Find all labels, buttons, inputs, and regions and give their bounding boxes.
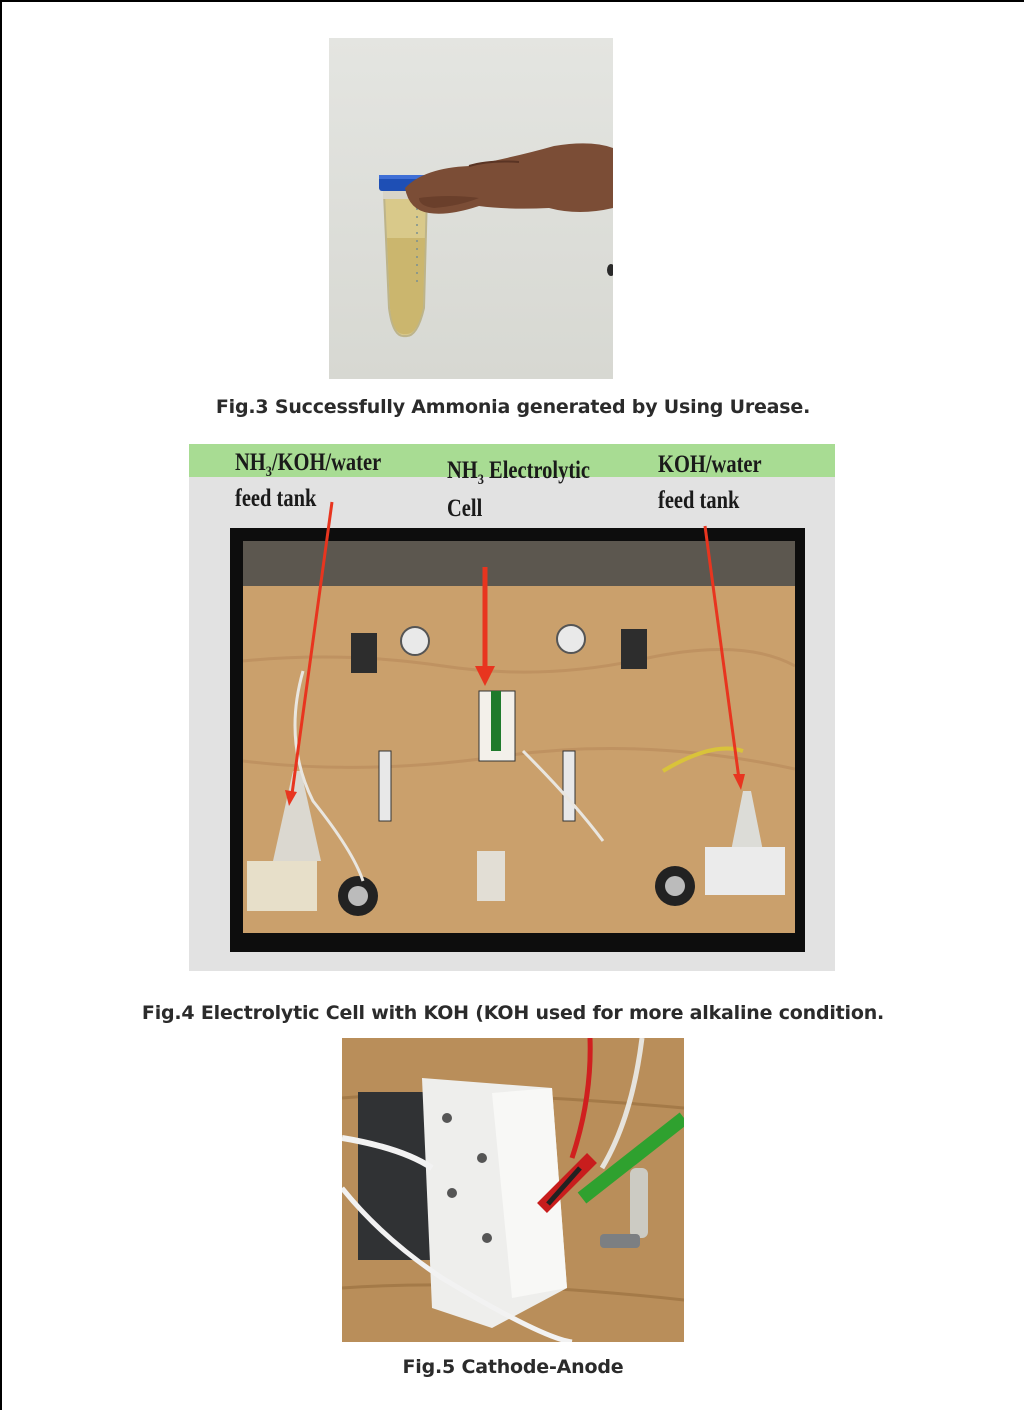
cathode-anode-illustration [342, 1038, 684, 1342]
arrow-head-icon [475, 666, 495, 686]
figure-4-caption: Fig.4 Electrolytic Cell with KOH (KOH us… [141, 1002, 885, 1024]
figure-4-photo: NH3/KOH/water feed tank NH3 Electrolytic… [189, 444, 835, 971]
arrow-head-icon [285, 790, 297, 806]
arrow-head-icon [733, 774, 745, 790]
hand-holding-tube-illustration [379, 143, 613, 338]
annotation-arrows [285, 501, 745, 806]
figure-5-photo [342, 1038, 684, 1342]
figure-3-photo [329, 38, 613, 379]
figure-3-caption: Fig.3 Successfully Ammonia generated by … [215, 396, 811, 418]
figure-5-caption: Fig.5 Cathode-Anode [402, 1356, 624, 1378]
